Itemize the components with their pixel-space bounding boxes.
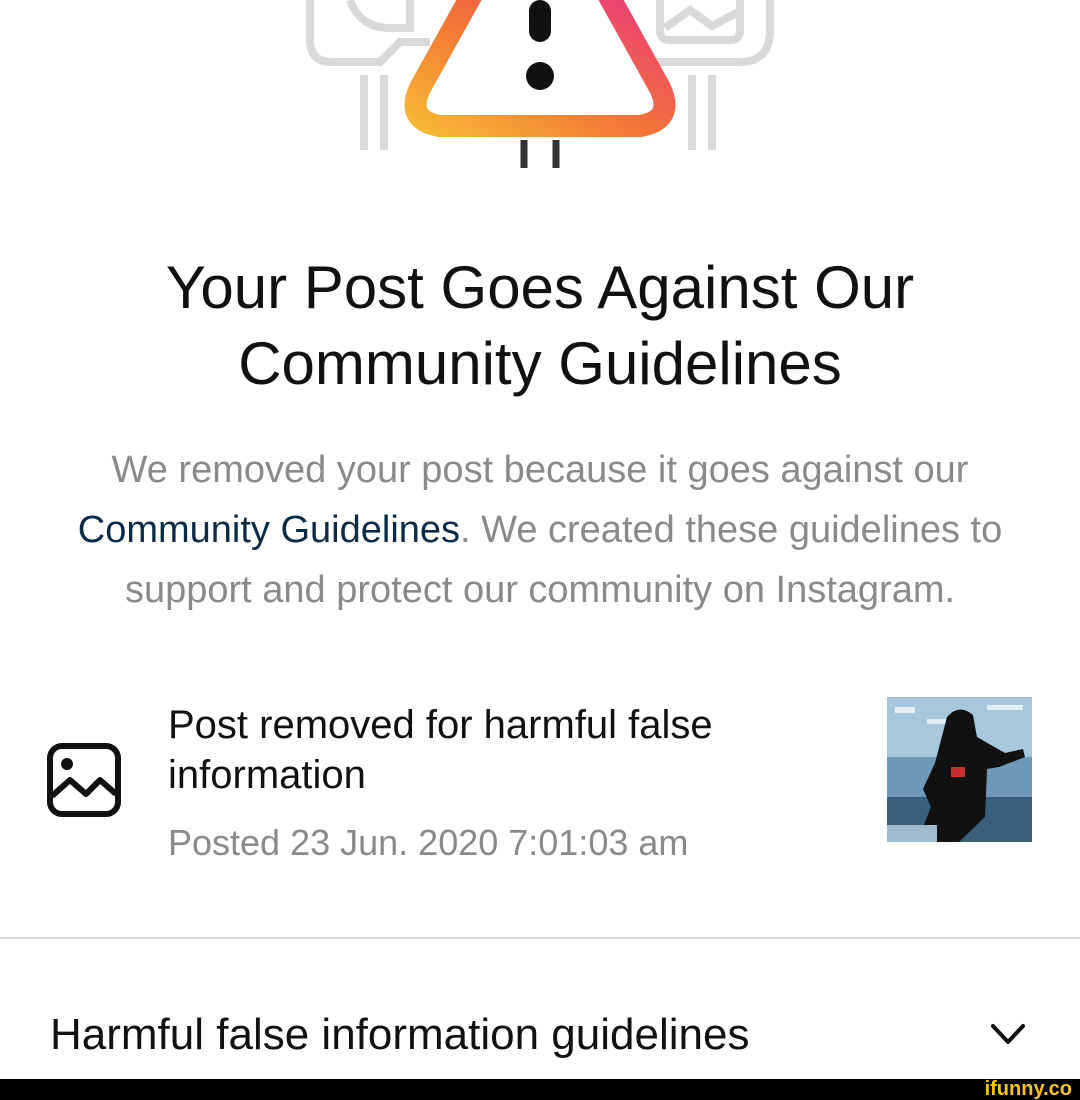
page-title: Your Post Goes Against Our Community Gui… xyxy=(0,250,1080,402)
post-thumbnail[interactable] xyxy=(887,697,1032,842)
watermark: ifunny.co xyxy=(984,1078,1072,1100)
removal-explanation: We removed your post because it goes aga… xyxy=(30,440,1050,620)
title-line-1: Your Post Goes Against Our xyxy=(165,254,915,321)
chat-sign-icon xyxy=(306,0,430,150)
chevron-down-icon[interactable] xyxy=(990,1016,1026,1052)
community-guidelines-link[interactable]: Community Guidelines xyxy=(78,509,460,551)
warning-illustration xyxy=(306,0,774,168)
guidelines-accordion[interactable]: Harmful false information guidelines xyxy=(0,990,1080,1080)
section-divider xyxy=(0,937,1080,939)
image-icon xyxy=(47,743,121,817)
post-timestamp: Posted 23 Jun. 2020 7:01:03 am xyxy=(168,822,689,863)
title-line-2: Community Guidelines xyxy=(238,330,842,397)
post-removed-reason: Post removed for harmful false informati… xyxy=(168,703,713,797)
footer-bar: ifunny.co xyxy=(0,1079,1080,1100)
accordion-title: Harmful false information guidelines xyxy=(50,1010,750,1059)
body-prefix: We removed your post because it goes aga… xyxy=(111,449,969,491)
